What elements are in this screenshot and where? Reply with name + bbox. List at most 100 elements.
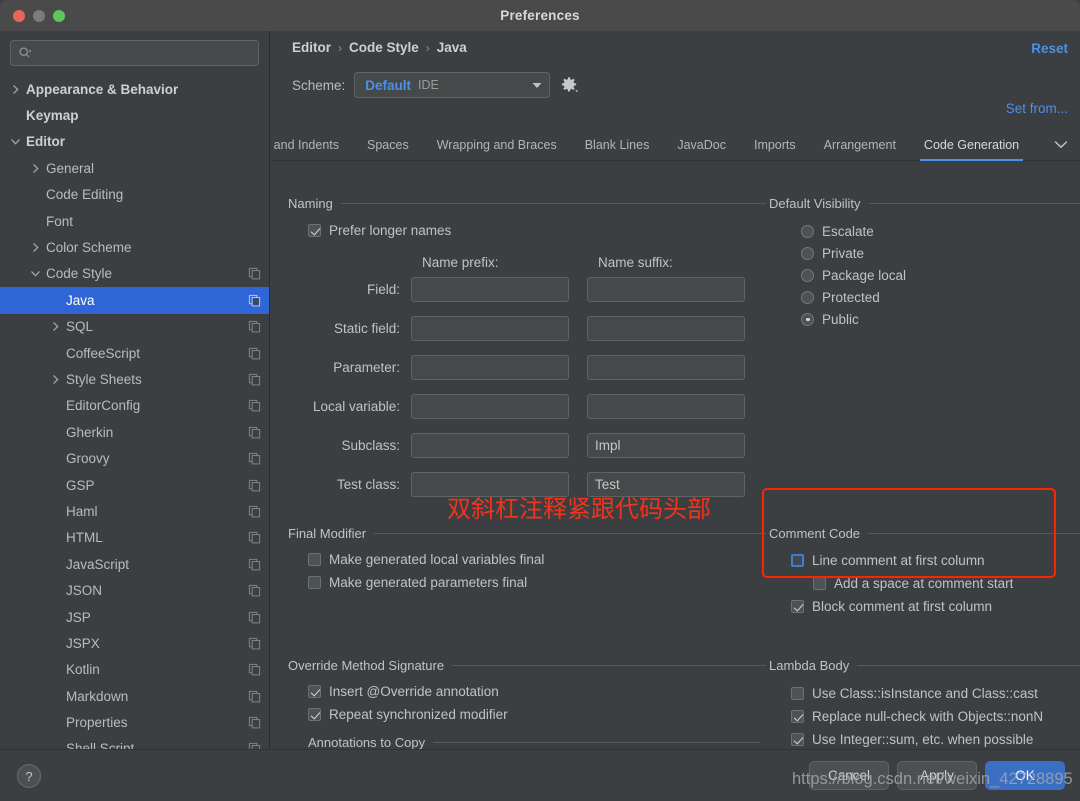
default-visibility-row[interactable]: Escalate	[801, 220, 1080, 242]
copy-scheme-icon[interactable]	[248, 320, 261, 333]
default-visibility-radio[interactable]	[801, 290, 814, 304]
copy-scheme-icon[interactable]	[248, 267, 261, 280]
name-prefix-input[interactable]	[411, 394, 569, 419]
sidebar-item-appearance-behavior[interactable]: Appearance & Behavior	[0, 76, 269, 102]
copy-scheme-icon[interactable]	[248, 505, 261, 518]
default-visibility-row[interactable]: Private	[801, 242, 1080, 264]
tab-spaces[interactable]: Spaces	[353, 138, 423, 160]
sidebar-item-html[interactable]: HTML	[0, 525, 269, 551]
zoom-button[interactable]	[53, 10, 65, 22]
chevron-right-icon[interactable]	[10, 84, 21, 95]
breadcrumb-item-code-style[interactable]: Code Style	[349, 40, 419, 55]
prefer-longer-names-checkbox[interactable]	[308, 224, 321, 237]
override-method-checkbox[interactable]	[308, 685, 321, 698]
comment-code-checkbox[interactable]	[791, 600, 804, 613]
chevron-right-icon[interactable]	[30, 242, 41, 253]
copy-scheme-icon[interactable]	[248, 399, 261, 412]
comment-code-row[interactable]: Line comment at first column	[791, 549, 1080, 572]
copy-scheme-icon[interactable]	[248, 611, 261, 624]
sidebar-item-coffeescript[interactable]: CoffeeScript	[0, 340, 269, 366]
tab-arrangement[interactable]: Arrangement	[810, 138, 910, 160]
lambda-body-checkbox[interactable]	[791, 687, 804, 700]
final-modifier-checkbox[interactable]	[308, 553, 321, 566]
override-method-row[interactable]: Insert @Override annotation	[308, 680, 766, 703]
sidebar-item-font[interactable]: Font	[0, 208, 269, 234]
chevron-down-icon[interactable]	[30, 268, 41, 279]
tab-code-generation[interactable]: Code Generation	[910, 138, 1033, 161]
final-modifier-checkbox[interactable]	[308, 576, 321, 589]
chevron-right-icon[interactable]	[50, 374, 61, 385]
comment-code-checkbox[interactable]	[791, 554, 804, 567]
sidebar-item-haml[interactable]: Haml	[0, 498, 269, 524]
sidebar-item-markdown[interactable]: Markdown	[0, 683, 269, 709]
tab-imports[interactable]: Imports	[740, 138, 810, 160]
default-visibility-row[interactable]: Public	[801, 308, 1080, 330]
copy-scheme-icon[interactable]	[248, 716, 261, 729]
breadcrumb-item-java[interactable]: Java	[437, 40, 467, 55]
name-suffix-input[interactable]	[587, 355, 745, 380]
default-visibility-radio[interactable]	[801, 268, 814, 282]
chevron-down-icon[interactable]	[10, 136, 21, 147]
lambda-body-row[interactable]: Use Integer::sum, etc. when possible	[791, 728, 1080, 749]
sidebar-item-sql[interactable]: SQL	[0, 314, 269, 340]
sidebar-item-color-scheme[interactable]: Color Scheme	[0, 234, 269, 260]
sidebar-item-jspx[interactable]: JSPX	[0, 630, 269, 656]
final-modifier-row[interactable]: Make generated parameters final	[308, 571, 766, 594]
name-prefix-input[interactable]	[411, 433, 569, 458]
override-method-checkbox[interactable]	[308, 708, 321, 721]
sidebar-item-java[interactable]: Java	[0, 287, 269, 314]
comment-code-row[interactable]: Block comment at first column	[791, 595, 1080, 618]
sidebar-item-shell-script[interactable]: Shell Script	[0, 736, 269, 749]
search-input[interactable]	[32, 46, 251, 60]
sidebar-item-style-sheets[interactable]: Style Sheets	[0, 366, 269, 392]
override-method-row[interactable]: Repeat synchronized modifier	[308, 703, 766, 726]
lambda-body-row[interactable]: Use Class::isInstance and Class::cast	[791, 682, 1080, 705]
name-prefix-input[interactable]	[411, 355, 569, 380]
name-prefix-input[interactable]	[411, 277, 569, 302]
copy-scheme-icon[interactable]	[248, 690, 261, 703]
copy-scheme-icon[interactable]	[248, 426, 261, 439]
name-suffix-input[interactable]	[587, 277, 745, 302]
tab-bs-and-indents[interactable]: bs and Indents	[271, 138, 353, 160]
reset-link[interactable]: Reset	[1031, 41, 1068, 56]
sidebar-item-jsp[interactable]: JSP	[0, 604, 269, 630]
copy-scheme-icon[interactable]	[248, 584, 261, 597]
sidebar-item-json[interactable]: JSON	[0, 577, 269, 603]
copy-scheme-icon[interactable]	[248, 558, 261, 571]
default-visibility-row[interactable]: Package local	[801, 264, 1080, 286]
default-visibility-row[interactable]: Protected	[801, 286, 1080, 308]
sidebar-item-editor[interactable]: Editor	[0, 129, 269, 155]
copy-scheme-icon[interactable]	[248, 347, 261, 360]
chevron-right-icon[interactable]	[50, 321, 61, 332]
default-visibility-radio[interactable]	[801, 246, 814, 260]
name-suffix-input[interactable]	[587, 316, 745, 341]
tab-wrapping-and-braces[interactable]: Wrapping and Braces	[423, 138, 571, 160]
scheme-combobox[interactable]: Default IDE	[354, 72, 551, 98]
lambda-body-row[interactable]: Replace null-check with Objects::nonN	[791, 705, 1080, 728]
apply-button[interactable]: Apply	[897, 761, 977, 790]
sidebar-item-code-style[interactable]: Code Style	[0, 261, 269, 287]
chevron-right-icon[interactable]	[30, 163, 41, 174]
sidebar-item-javascript[interactable]: JavaScript	[0, 551, 269, 577]
help-icon[interactable]: ?	[17, 764, 41, 788]
sidebar-item-groovy[interactable]: Groovy	[0, 445, 269, 471]
sidebar-item-gherkin[interactable]: Gherkin	[0, 419, 269, 445]
close-button[interactable]	[13, 10, 25, 22]
minimize-button[interactable]	[33, 10, 45, 22]
copy-scheme-icon[interactable]	[248, 637, 261, 650]
copy-scheme-icon[interactable]	[248, 531, 261, 544]
chevron-down-icon[interactable]	[1046, 136, 1080, 160]
search-box[interactable]	[10, 40, 259, 66]
breadcrumb-item-editor[interactable]: Editor	[292, 40, 331, 55]
sidebar-item-properties[interactable]: Properties	[0, 709, 269, 735]
name-suffix-input[interactable]	[587, 394, 745, 419]
cancel-button[interactable]: Cancel	[809, 761, 889, 790]
comment-code-checkbox[interactable]	[813, 577, 826, 590]
gear-icon[interactable]	[559, 75, 579, 95]
tab-javadoc[interactable]: JavaDoc	[663, 138, 740, 160]
copy-scheme-icon[interactable]	[248, 479, 261, 492]
sidebar-item-gsp[interactable]: GSP	[0, 472, 269, 498]
comment-code-row[interactable]: Add a space at comment start	[813, 572, 1080, 595]
sidebar-item-keymap[interactable]: Keymap	[0, 102, 269, 128]
sidebar-item-editorconfig[interactable]: EditorConfig	[0, 393, 269, 419]
